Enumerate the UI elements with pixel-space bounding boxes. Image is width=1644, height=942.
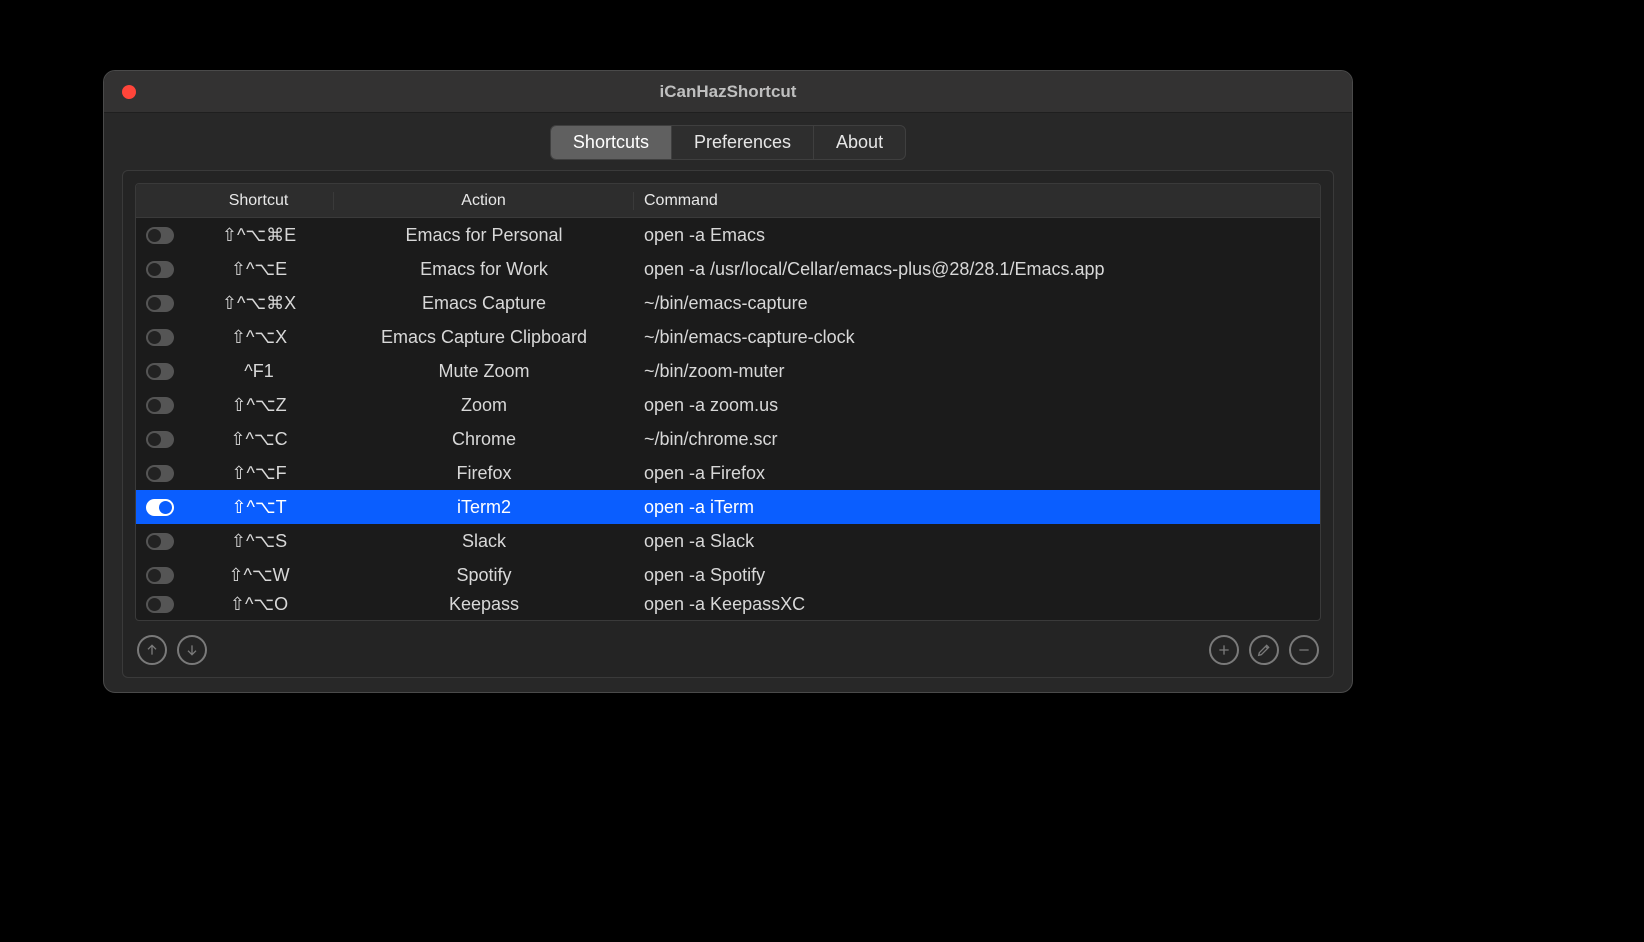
shortcut-cell: ⇧^⌥T [184, 497, 334, 518]
action-cell: Zoom [334, 395, 634, 416]
action-cell: Slack [334, 531, 634, 552]
enable-toggle[interactable] [146, 329, 174, 346]
header-shortcut[interactable]: Shortcut [184, 192, 334, 210]
move-up-button[interactable] [137, 635, 167, 665]
command-cell: open -a KeepassXC [634, 592, 1320, 615]
action-cell: Spotify [334, 565, 634, 586]
command-cell: ~/bin/chrome.scr [634, 429, 1320, 450]
table-header: Shortcut Action Command [136, 184, 1320, 218]
action-cell: Firefox [334, 463, 634, 484]
shortcut-cell: ⇧^⌥Z [184, 395, 334, 416]
shortcut-cell: ^F1 [184, 361, 334, 382]
table-body: ⇧^⌥⌘EEmacs for Personalopen -a Emacs⇧^⌥E… [136, 218, 1320, 620]
command-cell: open -a /usr/local/Cellar/emacs-plus@28/… [634, 259, 1320, 280]
app-window: iCanHazShortcut ShortcutsPreferencesAbou… [103, 70, 1353, 693]
command-cell: open -a Slack [634, 531, 1320, 552]
table-row[interactable]: ⇧^⌥EEmacs for Workopen -a /usr/local/Cel… [136, 252, 1320, 286]
command-cell: open -a Emacs [634, 225, 1320, 246]
action-cell: Emacs for Personal [334, 225, 634, 246]
segmented-control: ShortcutsPreferencesAbout [550, 125, 906, 160]
table-row[interactable]: ⇧^⌥⌘XEmacs Capture~/bin/emacs-capture [136, 286, 1320, 320]
table-row[interactable]: ⇧^⌥TiTerm2open -a iTerm [136, 490, 1320, 524]
table-row[interactable]: ⇧^⌥XEmacs Capture Clipboard~/bin/emacs-c… [136, 320, 1320, 354]
command-cell: ~/bin/emacs-capture-clock [634, 327, 1320, 348]
command-cell: open -a zoom.us [634, 395, 1320, 416]
shortcut-cell: ⇧^⌥⌘E [184, 225, 334, 246]
table-row[interactable]: ⇧^⌥WSpotifyopen -a Spotify [136, 558, 1320, 592]
shortcut-cell: ⇧^⌥⌘X [184, 293, 334, 314]
enable-toggle[interactable] [146, 431, 174, 448]
table-row[interactable]: ⇧^⌥SSlackopen -a Slack [136, 524, 1320, 558]
table-row[interactable]: ⇧^⌥OKeepassopen -a KeepassXC [136, 592, 1320, 616]
command-cell: ~/bin/emacs-capture [634, 293, 1320, 314]
action-cell: iTerm2 [334, 497, 634, 518]
shortcut-cell: ⇧^⌥X [184, 327, 334, 348]
tabbar: ShortcutsPreferencesAbout [104, 113, 1352, 170]
action-cell: Emacs for Work [334, 259, 634, 280]
table-row[interactable]: ⇧^⌥FFirefoxopen -a Firefox [136, 456, 1320, 490]
tab-preferences[interactable]: Preferences [672, 126, 814, 159]
remove-button[interactable] [1289, 635, 1319, 665]
header-action[interactable]: Action [334, 192, 634, 210]
minus-icon [1296, 642, 1312, 658]
action-cell: Chrome [334, 429, 634, 450]
table-row[interactable]: ⇧^⌥ZZoomopen -a zoom.us [136, 388, 1320, 422]
table-row[interactable]: ⇧^⌥⌘EEmacs for Personalopen -a Emacs [136, 218, 1320, 252]
shortcut-cell: ⇧^⌥F [184, 463, 334, 484]
pencil-icon [1256, 642, 1272, 658]
command-cell: open -a iTerm [634, 497, 1320, 518]
tab-about[interactable]: About [814, 126, 905, 159]
enable-toggle[interactable] [146, 533, 174, 550]
shortcuts-table: Shortcut Action Command ⇧^⌥⌘EEmacs for P… [135, 183, 1321, 621]
move-down-button[interactable] [177, 635, 207, 665]
action-cell: Keepass [334, 592, 634, 615]
enable-toggle[interactable] [146, 363, 174, 380]
command-cell: open -a Firefox [634, 463, 1320, 484]
action-cell: Emacs Capture [334, 293, 634, 314]
window-title: iCanHazShortcut [660, 82, 797, 102]
arrow-down-icon [184, 642, 200, 658]
add-button[interactable] [1209, 635, 1239, 665]
action-cell: Emacs Capture Clipboard [334, 327, 634, 348]
enable-toggle[interactable] [146, 596, 174, 613]
enable-toggle[interactable] [146, 261, 174, 278]
enable-toggle[interactable] [146, 227, 174, 244]
shortcut-cell: ⇧^⌥E [184, 259, 334, 280]
tab-shortcuts[interactable]: Shortcuts [551, 126, 672, 159]
enable-toggle[interactable] [146, 567, 174, 584]
enable-toggle[interactable] [146, 465, 174, 482]
content-frame: Shortcut Action Command ⇧^⌥⌘EEmacs for P… [122, 170, 1334, 678]
command-cell: ~/bin/zoom-muter [634, 361, 1320, 382]
header-command[interactable]: Command [634, 192, 1320, 210]
shortcut-cell: ⇧^⌥S [184, 531, 334, 552]
shortcut-cell: ⇧^⌥W [184, 565, 334, 586]
action-cell: Mute Zoom [334, 361, 634, 382]
enable-toggle[interactable] [146, 499, 174, 516]
titlebar: iCanHazShortcut [104, 71, 1352, 113]
table-row[interactable]: ^F1Mute Zoom~/bin/zoom-muter [136, 354, 1320, 388]
edit-button[interactable] [1249, 635, 1279, 665]
shortcut-cell: ⇧^⌥C [184, 429, 334, 450]
close-icon[interactable] [122, 85, 136, 99]
footer-toolbar [123, 629, 1333, 677]
arrow-up-icon [144, 642, 160, 658]
enable-toggle[interactable] [146, 295, 174, 312]
shortcut-cell: ⇧^⌥O [184, 592, 334, 615]
table-row[interactable]: ⇧^⌥CChrome~/bin/chrome.scr [136, 422, 1320, 456]
command-cell: open -a Spotify [634, 565, 1320, 586]
enable-toggle[interactable] [146, 397, 174, 414]
plus-icon [1216, 642, 1232, 658]
